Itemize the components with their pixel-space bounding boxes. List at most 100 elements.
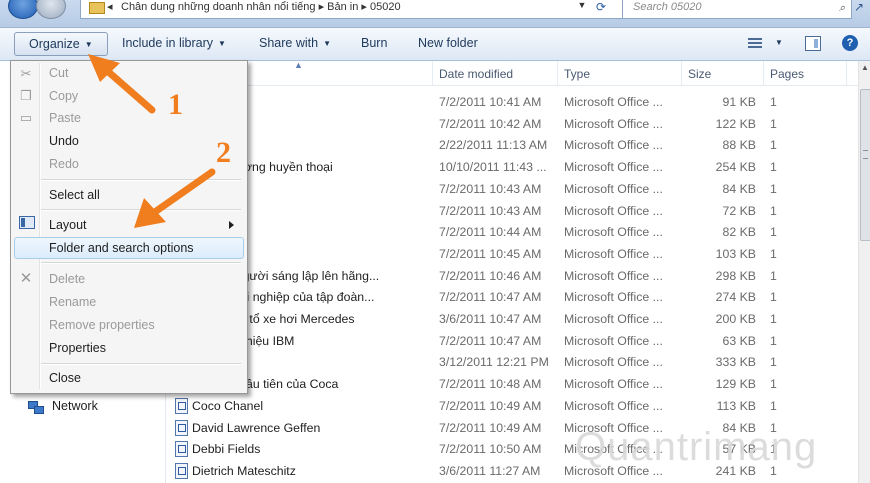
column-pages[interactable]: Pages [770, 67, 804, 81]
table-row[interactable]: a thương hiệu IBM7/2/2011 10:47 AMMicros… [166, 332, 858, 353]
menu-item-copy[interactable]: Copy [49, 89, 78, 103]
menu-item-close[interactable]: Close [49, 371, 81, 385]
column-size[interactable]: Size [688, 67, 711, 81]
annotation-step-2: 2 [216, 136, 231, 169]
scroll-up-icon[interactable]: ▲ [861, 63, 869, 72]
share-with-button[interactable]: Share with ▼ [259, 36, 331, 50]
file-type: Microsoft Office ... [564, 138, 663, 153]
new-folder-button[interactable]: New folder [418, 36, 478, 50]
file-pages: 1 [770, 95, 777, 109]
menu-item-undo[interactable]: Undo [49, 134, 79, 148]
file-pages: 1 [770, 160, 777, 175]
document-icon [175, 397, 188, 414]
file-date: 7/2/2011 10:45 AM [439, 246, 542, 261]
back-button[interactable] [8, 0, 38, 19]
column-divider[interactable] [557, 61, 558, 85]
search-icon: ⌕ [838, 2, 845, 14]
menu-item-delete[interactable]: Delete [49, 272, 85, 286]
table-row[interactable]: sler7/2/2011 10:41 AMMicrosoft Office ..… [166, 93, 858, 114]
file-date: 7/2/2011 10:50 AM [439, 442, 542, 457]
forward-button[interactable] [36, 0, 66, 19]
file-date: 7/2/2011 10:46 AM [439, 268, 542, 283]
file-name: Dietrich Mateschitz [192, 463, 296, 478]
table-row[interactable]: ện về khởi nghiệp của tập đoàn... 7/2/201… [166, 288, 858, 309]
file-name: Debbi Fields [192, 442, 261, 457]
table-row[interactable]: arnegie2/22/2011 11:13 AMMicrosoft Offic… [166, 136, 858, 157]
include-in-library-button[interactable]: Include in library ▼ [122, 36, 226, 50]
chevron-down-icon: ▼ [218, 39, 226, 48]
menu-separator [41, 363, 241, 365]
file-size: 298 KB [715, 268, 756, 283]
table-row[interactable]: Dior3/12/2011 12:21 PMMicrosoft Office .… [166, 353, 858, 374]
vertical-scrollbar[interactable]: ▲ [858, 61, 870, 483]
file-list: ▲ Date modified Type Size Pages sler7/2/… [166, 60, 858, 483]
column-divider[interactable] [763, 61, 764, 85]
table-row[interactable]: ông chủ đầu tiên của Coca 7/2/2011 10:48 … [166, 375, 858, 396]
include-label: Include in library [122, 36, 214, 50]
table-row[interactable]: ện về ông tổ xe hơi Mercedes 3/6/2011 10:… [166, 310, 858, 331]
menu-item-layout[interactable]: Layout [49, 218, 87, 232]
file-pages: 1 [770, 116, 777, 131]
file-date: 3/6/2011 10:47 AM [439, 312, 542, 326]
search-input[interactable]: Search 05020 ⌕ [622, 0, 852, 19]
column-divider[interactable] [681, 61, 682, 85]
file-date: 7/2/2011 10:41 AM [439, 95, 542, 109]
menu-item-cut[interactable]: Cut [49, 66, 68, 80]
sort-ascending-icon: ▲ [294, 60, 303, 70]
grip-icon [863, 150, 868, 159]
menu-item-rename[interactable]: Rename [49, 295, 96, 309]
menu-item-remove-properties[interactable]: Remove properties [49, 318, 155, 332]
menu-item-folder-and-search-options[interactable]: Folder and search options [49, 241, 194, 255]
file-pages: 1 [770, 290, 777, 305]
file-date: 7/2/2011 10:42 AM [439, 116, 542, 131]
file-pages: 1 [770, 268, 777, 283]
nav-item-network[interactable]: Network [28, 399, 98, 414]
table-row[interactable]: 7/2/2011 10:43 AM Microsoft Office ... 72 … [166, 202, 858, 223]
delete-icon: ✕ [19, 270, 33, 287]
burn-button[interactable]: Burn [361, 36, 387, 50]
column-divider[interactable] [432, 61, 433, 85]
file-pages: 1 [770, 246, 777, 261]
search-placeholder: Search 05020 [633, 1, 702, 13]
table-row[interactable]: chặng đường huyền thoại 10/10/2011 11:43 … [166, 158, 858, 179]
table-row[interactable]: n7/2/2011 10:44 AMMicrosoft Office ...82… [166, 223, 858, 244]
address-input[interactable]: ◂ Chân dung những doanh nhân nổi tiếng ▸… [80, 0, 652, 19]
file-type: Microsoft Office ... [564, 398, 663, 413]
address-bar-area: ◂ Chân dung những doanh nhân nổi tiếng ▸… [0, 0, 870, 28]
menu-item-paste[interactable]: Paste [49, 111, 81, 125]
table-row[interactable]: rnault7/2/2011 10:43 AMMicrosoft Office … [166, 180, 858, 201]
help-icon[interactable]: ? [842, 35, 858, 51]
table-row[interactable]: in7/2/2011 10:45 AMMicrosoft Office ...1… [166, 245, 858, 266]
column-type[interactable]: Type [564, 67, 590, 81]
file-size: 122 KB [715, 116, 756, 131]
folder-icon [89, 2, 105, 14]
chevron-down-icon: ▼ [323, 39, 331, 48]
table-row[interactable]: Coco Chanel 7/2/2011 10:49 AM Microsoft Of… [166, 397, 858, 418]
address-dropdown-icon[interactable]: ▼ [574, 0, 590, 16]
file-size: 63 KB [722, 333, 757, 348]
file-date: 3/6/2011 11:27 AM [439, 463, 541, 478]
preview-pane-icon[interactable] [805, 36, 821, 51]
table-row[interactable]: ện về 2 người sáng lập lên hãng... 7/2/20… [166, 267, 858, 288]
file-type: Microsoft Office ... [564, 333, 663, 348]
layout-icon [19, 216, 35, 229]
table-row[interactable]: neken7/2/2011 10:42 AMMicrosoft Office .… [166, 115, 858, 136]
file-size: 200 KB [715, 312, 756, 326]
scroll-thumb[interactable] [860, 89, 870, 241]
view-options-icon[interactable] [748, 38, 762, 49]
menu-item-redo[interactable]: Redo [49, 157, 79, 171]
file-date: 7/2/2011 10:43 AM [439, 181, 542, 196]
organize-button[interactable]: Organize ▼ [14, 32, 108, 56]
menu-item-select-all[interactable]: Select all [49, 188, 100, 202]
menu-item-properties[interactable]: Properties [49, 341, 106, 355]
address-path: Chân dung những doanh nhân nổi tiếng ▸ B… [121, 1, 401, 13]
command-bar: Organize ▼ Include in library ▼ Share with… [0, 28, 870, 61]
column-date-modified[interactable]: Date modified [439, 67, 513, 81]
file-size: 274 KB [715, 290, 756, 305]
chevron-down-icon[interactable]: ▼ [775, 38, 783, 47]
column-divider[interactable] [846, 61, 847, 85]
refresh-icon[interactable]: ⟳ [591, 0, 611, 18]
column-header-row: ▲ Date modified Type Size Pages [166, 60, 858, 86]
file-date: 3/12/2011 12:21 PM [439, 355, 549, 370]
file-type: Microsoft Office ... [564, 290, 663, 305]
